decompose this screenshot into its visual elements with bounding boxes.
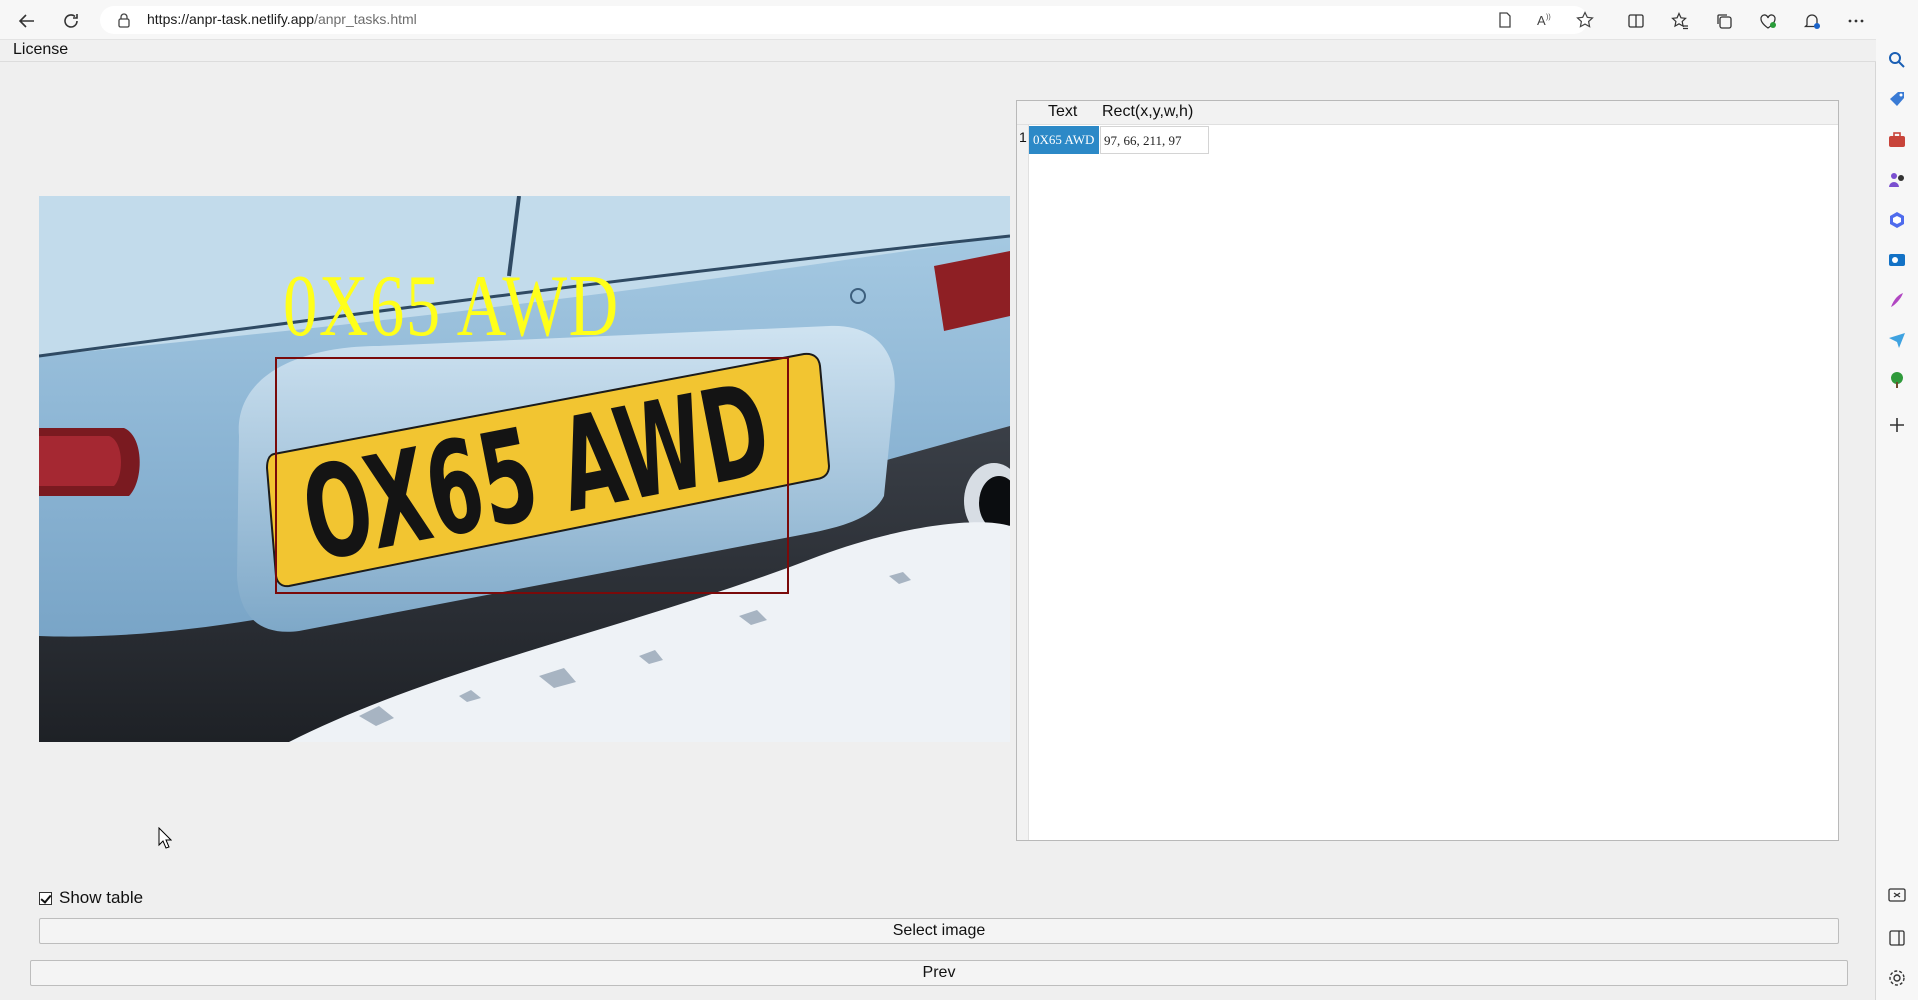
- screenshot-icon[interactable]: [1887, 885, 1907, 905]
- browser-essentials-icon[interactable]: [1755, 8, 1781, 34]
- sidebar-toggle-icon[interactable]: [1887, 928, 1907, 948]
- more-icon[interactable]: [1843, 8, 1869, 34]
- column-header-text[interactable]: Text: [1048, 103, 1077, 121]
- edge-sidebar: [1876, 0, 1918, 1000]
- car-image: OX65 AWD 0X65 AWD: [39, 196, 1010, 742]
- shopping-tag-icon[interactable]: [1887, 90, 1907, 110]
- designer-icon[interactable]: [1887, 290, 1907, 310]
- url-text[interactable]: https://anpr-task.netlify.app/anpr_tasks…: [147, 11, 417, 27]
- address-bar[interactable]: https://anpr-task.netlify.app/anpr_tasks…: [100, 6, 1594, 34]
- show-table-label: Show table: [59, 888, 144, 907]
- send-icon[interactable]: [1887, 330, 1907, 350]
- recognized-text-overlay: 0X65 AWD: [283, 258, 620, 355]
- table-header: Text Rect(x,y,w,h): [1017, 101, 1838, 125]
- reader-mode-icon[interactable]: [1496, 11, 1514, 29]
- tree-icon[interactable]: [1887, 370, 1907, 390]
- table-cell-text[interactable]: 0X65 AWD: [1029, 126, 1099, 154]
- svg-text:A: A: [1537, 13, 1546, 28]
- license-app: License OX65 AWD 0X65 AWD Text Rect(x,y,…: [0, 40, 1876, 1000]
- browser-toolbar: https://anpr-task.netlify.app/anpr_tasks…: [0, 0, 1918, 40]
- settings-icon[interactable]: [1887, 968, 1907, 988]
- results-table[interactable]: Text Rect(x,y,w,h) 1 0X65 AWD 97, 66, 21…: [1016, 100, 1839, 841]
- microsoft365-icon[interactable]: [1887, 210, 1907, 230]
- svg-text:)): )): [1546, 14, 1551, 21]
- app-title: License: [13, 41, 69, 58]
- app-title-bar: License: [0, 40, 1876, 62]
- games-icon[interactable]: [1887, 170, 1907, 190]
- checkbox-checked-icon[interactable]: [39, 891, 52, 905]
- favorite-star-icon[interactable]: [1576, 11, 1594, 29]
- column-header-rect[interactable]: Rect(x,y,w,h): [1102, 103, 1193, 121]
- outlook-icon[interactable]: [1887, 250, 1907, 270]
- select-image-button[interactable]: Select image: [39, 918, 1839, 944]
- mouse-cursor-icon: [158, 827, 172, 849]
- read-aloud-icon[interactable]: A)): [1536, 11, 1554, 29]
- notifications-icon[interactable]: [1799, 8, 1825, 34]
- plate-detection-box: [275, 357, 789, 594]
- add-icon[interactable]: [1887, 415, 1907, 435]
- collections-icon[interactable]: [1711, 8, 1737, 34]
- row-number[interactable]: 1: [1019, 129, 1027, 145]
- tools-icon[interactable]: [1887, 130, 1907, 150]
- split-screen-icon[interactable]: [1623, 8, 1649, 34]
- row-number-column: [1017, 125, 1029, 840]
- table-cell-rect[interactable]: 97, 66, 211, 97: [1100, 126, 1209, 154]
- lock-icon[interactable]: [116, 12, 132, 28]
- refresh-icon[interactable]: [58, 8, 84, 34]
- prev-button[interactable]: Prev: [30, 960, 1848, 986]
- favorites-icon[interactable]: [1667, 8, 1693, 34]
- show-table-checkbox[interactable]: Show table: [39, 888, 143, 908]
- back-icon[interactable]: [14, 8, 40, 34]
- search-icon[interactable]: [1887, 50, 1907, 70]
